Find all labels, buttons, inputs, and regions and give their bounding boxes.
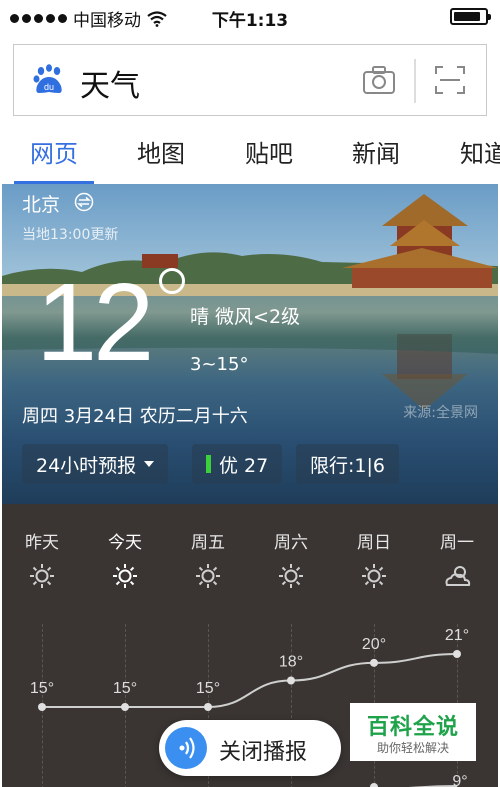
camera-icon[interactable] <box>362 65 396 95</box>
aqi-value: 优 27 <box>219 454 269 477</box>
high-temperature-point <box>287 676 295 685</box>
high-temperature-point <box>204 703 212 711</box>
chevron-down-icon <box>144 461 155 467</box>
high-temperature-label: 20° <box>362 636 386 653</box>
tab-web[interactable]: 网页 <box>30 134 78 169</box>
status-time: 下午1:13 <box>211 11 289 31</box>
traffic-restriction-badge[interactable]: 限行:1|6 <box>296 444 399 484</box>
search-divider <box>414 59 416 103</box>
high-temperature-label: 15° <box>196 680 220 697</box>
date-line: 周四 3月24日 农历二月十六 <box>22 406 248 427</box>
aqi-badge[interactable]: 优 27 <box>192 444 283 484</box>
search-tabs: 网页 地图 贴吧 新闻 知道 <box>0 128 500 184</box>
temperature-range: 3~15° <box>190 354 249 375</box>
high-temperature-label: 15° <box>113 680 137 697</box>
switch-city-icon[interactable] <box>74 192 94 212</box>
search-input[interactable]: 天气 <box>80 61 140 105</box>
high-temperature-label: 18° <box>279 654 303 671</box>
tab-map[interactable]: 地图 <box>137 134 185 169</box>
search-bar[interactable]: du 天气 <box>13 44 487 116</box>
baike-title: 百科全说 <box>366 715 459 740</box>
tab-news[interactable]: 新闻 <box>352 134 400 169</box>
city-name[interactable]: 北京 <box>22 190 60 217</box>
weather-condition: 晴 微风<2级 <box>190 306 301 328</box>
battery-icon <box>450 8 491 25</box>
forecast-24h-label: 24小时预报 <box>36 454 137 477</box>
baidu-logo-icon: du <box>33 64 62 93</box>
high-temperature-point <box>453 650 461 658</box>
traffic-restriction-value: 限行:1|6 <box>310 454 385 477</box>
status-bar: 中国移动 下午1:13 <box>0 0 500 32</box>
high-temperature-point <box>38 703 46 711</box>
update-time: 当地13:00更新 <box>22 227 119 243</box>
scan-icon[interactable] <box>434 65 466 95</box>
degree-symbol <box>159 268 185 294</box>
high-temperature-label: 21° <box>445 627 469 644</box>
high-temperature-label: 15° <box>30 680 54 697</box>
aqi-level-icon <box>206 455 211 473</box>
high-temperature-line <box>42 653 458 708</box>
current-temperature: 12 <box>36 261 154 384</box>
low-temperature-point <box>370 783 378 787</box>
tab-zhidao[interactable]: 知道 <box>460 134 500 169</box>
baike-watermark: 百科全说 助你轻松解决 <box>350 703 476 761</box>
tab-tieba[interactable]: 贴吧 <box>245 134 293 169</box>
audio-wave-icon <box>165 727 207 769</box>
close-broadcast-label: 关闭播报 <box>219 740 308 765</box>
forecast-24h-button[interactable]: 24小时预报 <box>22 444 169 484</box>
baike-subtitle: 助你轻松解决 <box>376 741 449 755</box>
high-temperature-point <box>121 703 129 711</box>
weather-card[interactable]: 北京 当地13:00更新 12 晴 微风<2级 3~15° 周四 3月24日 农… <box>2 184 498 504</box>
photo-credit: 来源:全景网 <box>403 405 478 421</box>
high-temperature-point <box>370 658 378 667</box>
svg-text:du: du <box>44 82 54 92</box>
close-broadcast-button[interactable]: 关闭播报 <box>159 720 341 776</box>
low-temperature-label: 9° <box>452 773 467 787</box>
